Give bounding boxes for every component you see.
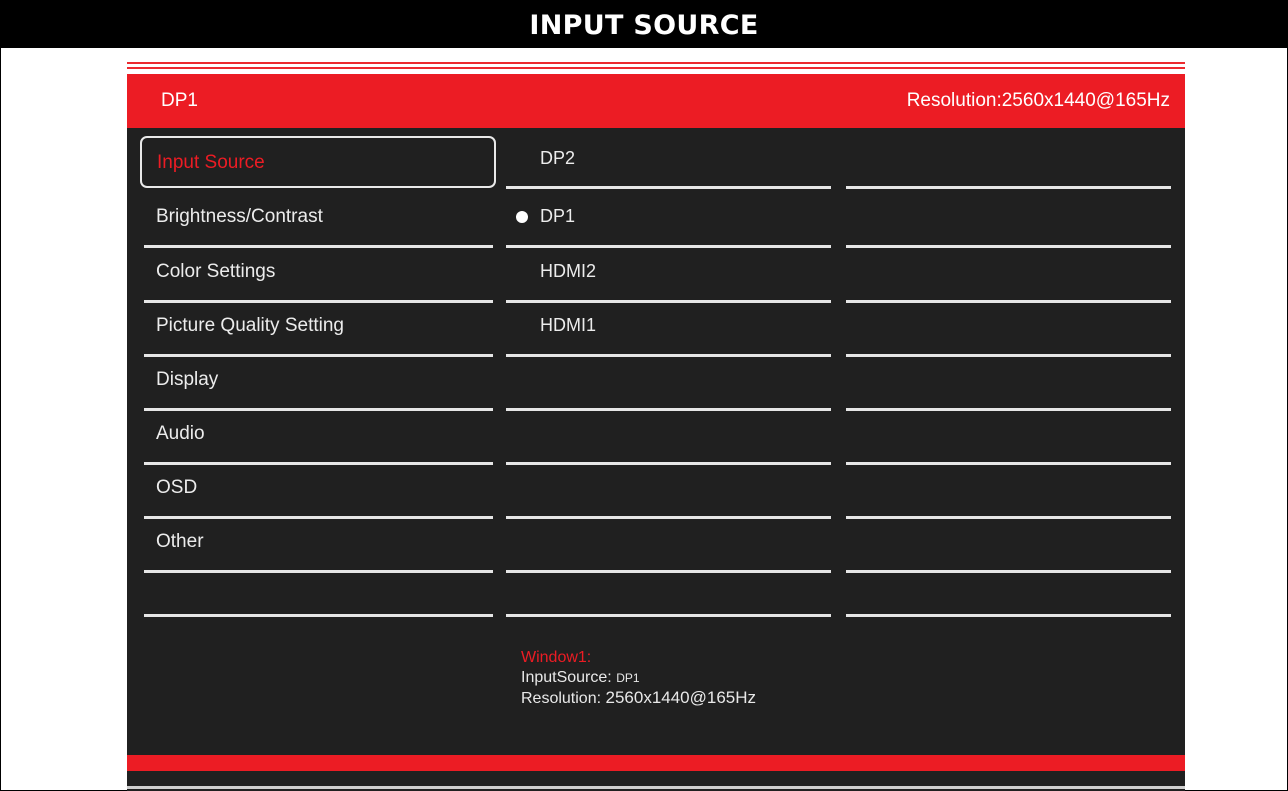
source-empty-row bbox=[506, 563, 831, 617]
window-info-input: InputSource: DP1 bbox=[521, 668, 756, 688]
menu-item-label: Input Source bbox=[157, 152, 265, 173]
menu-item-brightness-contrast[interactable]: Brightness/Contrast bbox=[144, 194, 493, 248]
divider bbox=[506, 186, 831, 189]
divider bbox=[506, 614, 831, 617]
column3-row bbox=[846, 465, 1171, 519]
column3-row bbox=[846, 194, 1171, 248]
column3-row bbox=[846, 136, 1171, 189]
source-option-dp1[interactable]: DP1 bbox=[506, 194, 831, 248]
resolution-value: 2560x1440@165Hz bbox=[605, 688, 757, 707]
divider bbox=[846, 614, 1171, 617]
column3-row bbox=[846, 303, 1171, 357]
menu-item-color-settings[interactable]: Color Settings bbox=[144, 249, 493, 303]
input-source-label: InputSource: bbox=[521, 669, 612, 686]
divider bbox=[846, 186, 1171, 189]
divider bbox=[846, 245, 1171, 248]
menu-item-display[interactable]: Display bbox=[144, 357, 493, 411]
source-empty-row bbox=[506, 357, 831, 411]
divider bbox=[144, 245, 493, 248]
source-option-dp2[interactable]: DP2 bbox=[506, 136, 831, 189]
source-label: DP1 bbox=[540, 206, 576, 226]
divider bbox=[144, 614, 493, 617]
source-option-hdmi1[interactable]: HDMI1 bbox=[506, 303, 831, 357]
menu-item-label: Brightness/Contrast bbox=[156, 206, 323, 227]
window-info-title: Window1: bbox=[521, 649, 592, 666]
osd-panel: DP1 Resolution:2560x1440@165Hz Input Sou… bbox=[127, 58, 1185, 791]
resolution-label: Resolution: bbox=[521, 690, 602, 707]
bottom-line bbox=[127, 786, 1185, 789]
top-stripe bbox=[127, 62, 1185, 64]
selected-dot-icon bbox=[516, 211, 528, 223]
source-empty-row bbox=[506, 465, 831, 519]
column3-row bbox=[846, 563, 1171, 617]
top-decoration bbox=[127, 58, 1185, 74]
source-empty-row bbox=[506, 411, 831, 465]
source-label: HDMI1 bbox=[540, 315, 597, 335]
column3-row bbox=[846, 249, 1171, 303]
menu-item-input-source[interactable]: Input Source bbox=[140, 136, 496, 188]
menu-item-label: Other bbox=[156, 531, 204, 552]
menu-item-osd[interactable]: OSD bbox=[144, 465, 493, 519]
divider bbox=[506, 245, 831, 248]
menu-item-label: Display bbox=[156, 369, 219, 390]
page-title: INPUT SOURCE bbox=[0, 0, 1288, 48]
source-option-hdmi2[interactable]: HDMI2 bbox=[506, 249, 831, 303]
current-source-label: DP1 bbox=[161, 90, 198, 111]
source-label: HDMI2 bbox=[540, 261, 597, 281]
header-resolution: Resolution:2560x1440@165Hz bbox=[906, 90, 1170, 111]
source-label: DP2 bbox=[540, 148, 576, 168]
top-stripe bbox=[127, 67, 1185, 69]
bottom-bar bbox=[127, 755, 1185, 771]
menu-item-label: Audio bbox=[156, 423, 205, 444]
input-source-value: DP1 bbox=[616, 671, 640, 685]
column3-row bbox=[846, 411, 1171, 465]
column3-row bbox=[846, 357, 1171, 411]
osd-header: DP1 Resolution:2560x1440@165Hz bbox=[127, 74, 1185, 128]
menu-item-picture-quality[interactable]: Picture Quality Setting bbox=[144, 303, 493, 357]
menu-item-audio[interactable]: Audio bbox=[144, 411, 493, 465]
menu-item-label: OSD bbox=[156, 477, 198, 498]
menu-item-empty bbox=[144, 563, 493, 617]
menu-item-label: Color Settings bbox=[156, 261, 276, 282]
menu-item-label: Picture Quality Setting bbox=[156, 315, 344, 336]
window-info-resolution: Resolution: 2560x1440@165Hz bbox=[521, 688, 756, 709]
window-info: Window1: InputSource: DP1 Resolution: 25… bbox=[521, 648, 756, 709]
